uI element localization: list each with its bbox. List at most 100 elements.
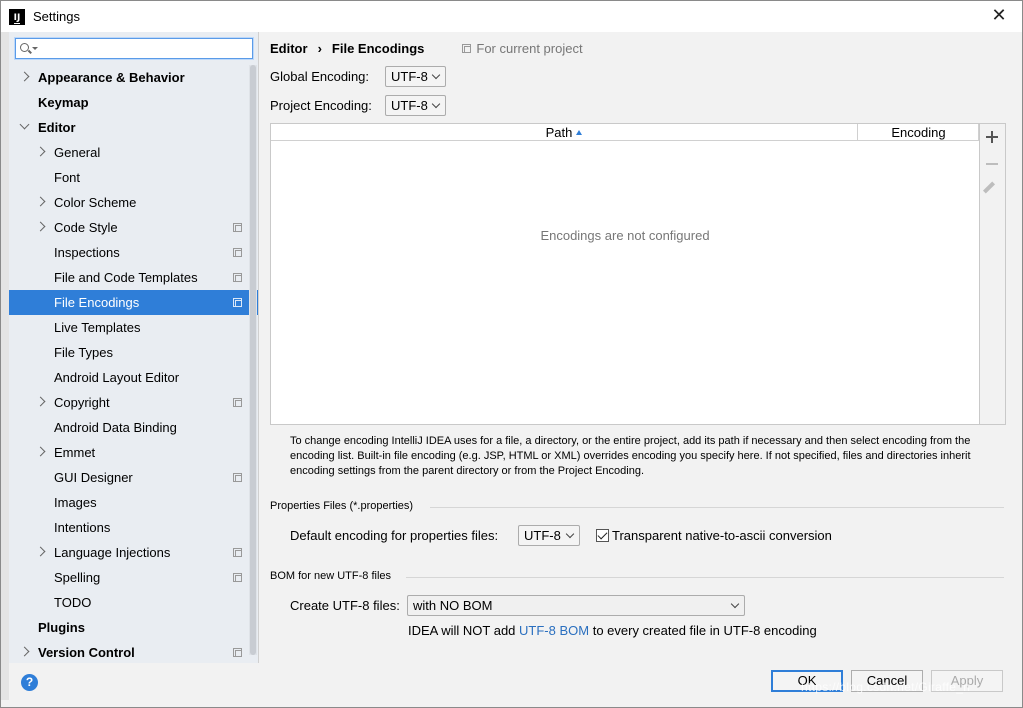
chevron-right-icon[interactable] bbox=[35, 546, 46, 557]
properties-encoding-select[interactable]: UTF-8 bbox=[518, 525, 580, 546]
sidebar-item-emmet[interactable]: Emmet bbox=[9, 440, 258, 465]
chevron-right-icon[interactable] bbox=[35, 221, 46, 232]
sidebar-item-android-layout-editor[interactable]: Android Layout Editor bbox=[9, 365, 258, 390]
project-scope-icon bbox=[233, 298, 242, 307]
path-encoding-table[interactable]: Path Encoding Encodings are not configur… bbox=[270, 123, 980, 425]
project-scope-icon bbox=[233, 573, 242, 582]
sidebar-item-label: Copyright bbox=[54, 395, 110, 410]
sidebar-item-label: Images bbox=[54, 495, 97, 510]
sidebar-item-todo[interactable]: TODO bbox=[9, 590, 258, 615]
watermark: https://blog.csdn.net/Giraffe_n bbox=[801, 680, 971, 694]
sidebar-item-code-style[interactable]: Code Style bbox=[9, 215, 258, 240]
sidebar-item-plugins[interactable]: Plugins bbox=[9, 615, 258, 640]
remove-path-icon[interactable] bbox=[986, 163, 998, 165]
chevron-right-icon[interactable] bbox=[35, 446, 46, 457]
create-utf8-label: Create UTF-8 files: bbox=[290, 598, 400, 613]
utf8-bom-link[interactable]: UTF-8 BOM bbox=[519, 623, 589, 638]
chevron-down-icon bbox=[565, 529, 575, 539]
window-left-edge bbox=[1, 32, 9, 700]
project-encoding-label: Project Encoding: bbox=[270, 98, 372, 113]
sidebar-item-version-control[interactable]: Version Control bbox=[9, 640, 258, 663]
project-scope-icon bbox=[233, 473, 242, 482]
sidebar-item-file-and-code-templates[interactable]: File and Code Templates bbox=[9, 265, 258, 290]
settings-content: Editor › File Encodings For current proj… bbox=[260, 32, 1022, 663]
sidebar-item-font[interactable]: Font bbox=[9, 165, 258, 190]
project-scope-icon bbox=[233, 648, 242, 657]
global-encoding-select[interactable]: UTF-8 bbox=[385, 66, 446, 87]
sidebar-item-general[interactable]: General bbox=[9, 140, 258, 165]
project-scope-icon bbox=[233, 548, 242, 557]
bom-select[interactable]: with NO BOM bbox=[407, 595, 745, 616]
sidebar-item-label: Live Templates bbox=[54, 320, 141, 335]
settings-sidebar: Appearance & Behavior Keymap Editor General… bbox=[9, 32, 259, 663]
sidebar-item-label: Intentions bbox=[54, 520, 111, 535]
chevron-right-icon[interactable] bbox=[19, 71, 30, 82]
sidebar-item-editor[interactable]: Editor bbox=[9, 115, 258, 140]
properties-section-header: Properties Files (*.properties) bbox=[270, 500, 413, 512]
chevron-right-icon[interactable] bbox=[35, 146, 46, 157]
transparent-ascii-checkbox[interactable] bbox=[596, 529, 609, 542]
sidebar-item-label: Inspections bbox=[54, 245, 120, 260]
sidebar-item-keymap[interactable]: Keymap bbox=[9, 90, 258, 115]
chevron-down-icon bbox=[730, 599, 740, 609]
chevron-right-icon[interactable] bbox=[35, 196, 46, 207]
sidebar-item-file-encodings[interactable]: File Encodings bbox=[9, 290, 258, 315]
sidebar-item-copyright[interactable]: Copyright bbox=[9, 390, 258, 415]
close-icon[interactable]: ✕ bbox=[990, 7, 1008, 25]
sidebar-item-spelling[interactable]: Spelling bbox=[9, 565, 258, 590]
chevron-down-icon[interactable] bbox=[19, 119, 30, 130]
bom-note-suffix: to every created file in UTF-8 encoding bbox=[589, 623, 817, 638]
column-header-path[interactable]: Path bbox=[271, 124, 858, 141]
project-scope-icon bbox=[233, 223, 242, 232]
scope-indicator: For current project bbox=[462, 41, 583, 56]
sidebar-item-label: File and Code Templates bbox=[54, 270, 198, 285]
sort-ascending-icon bbox=[576, 130, 583, 135]
sidebar-item-inspections[interactable]: Inspections bbox=[9, 240, 258, 265]
settings-tree: Appearance & Behavior Keymap Editor General… bbox=[9, 65, 258, 663]
project-scope-icon bbox=[462, 44, 472, 53]
global-encoding-label: Global Encoding: bbox=[270, 69, 370, 84]
scrollbar-thumb[interactable] bbox=[250, 65, 256, 655]
add-path-icon[interactable] bbox=[986, 131, 998, 143]
properties-default-label: Default encoding for properties files: bbox=[290, 528, 499, 543]
settings-search-input[interactable] bbox=[15, 38, 253, 59]
sidebar-item-color-scheme[interactable]: Color Scheme bbox=[9, 190, 258, 215]
sidebar-item-label: Font bbox=[54, 170, 81, 185]
search-icon[interactable] bbox=[19, 41, 39, 57]
sidebar-item-images[interactable]: Images bbox=[9, 490, 258, 515]
project-encoding-value: UTF-8 bbox=[391, 98, 428, 113]
sidebar-item-file-types[interactable]: File Types bbox=[9, 340, 258, 365]
sidebar-item-label: Android Layout Editor bbox=[54, 370, 180, 385]
global-encoding-value: UTF-8 bbox=[391, 69, 428, 84]
sidebar-item-appearance-behavior[interactable]: Appearance & Behavior bbox=[9, 65, 258, 90]
chevron-right-icon[interactable] bbox=[19, 646, 30, 657]
sidebar-item-android-data-binding[interactable]: Android Data Binding bbox=[9, 415, 258, 440]
column-header-encoding[interactable]: Encoding bbox=[859, 124, 979, 141]
bom-select-value: with NO BOM bbox=[413, 598, 493, 613]
sidebar-item-intentions[interactable]: Intentions bbox=[9, 515, 258, 540]
window-title: Settings bbox=[33, 9, 80, 24]
intellij-app-icon: IJ bbox=[9, 8, 25, 25]
bom-section-title: BOM for new UTF-8 files bbox=[270, 570, 392, 582]
transparent-ascii-label[interactable]: Transparent native-to-ascii conversion bbox=[612, 528, 832, 543]
breadcrumb: Editor › File Encodings For current proj… bbox=[270, 41, 583, 56]
project-scope-icon bbox=[233, 248, 242, 257]
sidebar-item-gui-designer[interactable]: GUI Designer bbox=[9, 465, 258, 490]
edit-path-icon[interactable] bbox=[982, 181, 996, 194]
chevron-right-icon[interactable] bbox=[35, 396, 46, 407]
bom-note-prefix: IDEA will NOT add bbox=[408, 623, 520, 638]
project-encoding-select[interactable]: UTF-8 bbox=[385, 95, 446, 116]
sidebar-scrollbar[interactable] bbox=[249, 65, 257, 655]
sidebar-item-label: Color Scheme bbox=[54, 195, 137, 210]
sidebar-item-label: Code Style bbox=[54, 220, 118, 235]
properties-section-title: Properties Files (*.properties) bbox=[270, 500, 414, 512]
bom-note: IDEA will NOT add UTF-8 BOM to every cre… bbox=[408, 623, 817, 638]
project-scope-icon bbox=[233, 398, 242, 407]
sidebar-item-label: File Encodings bbox=[54, 295, 140, 310]
encoding-description: To change encoding IntelliJ IDEA uses fo… bbox=[290, 435, 971, 477]
breadcrumb-parent: Editor bbox=[270, 41, 308, 56]
settings-window: IJ Settings ✕ Appearance & Behavior Keyma… bbox=[0, 0, 1023, 708]
sidebar-item-language-injections[interactable]: Language Injections bbox=[9, 540, 258, 565]
sidebar-item-live-templates[interactable]: Live Templates bbox=[9, 315, 258, 340]
help-icon[interactable]: ? bbox=[21, 674, 38, 691]
